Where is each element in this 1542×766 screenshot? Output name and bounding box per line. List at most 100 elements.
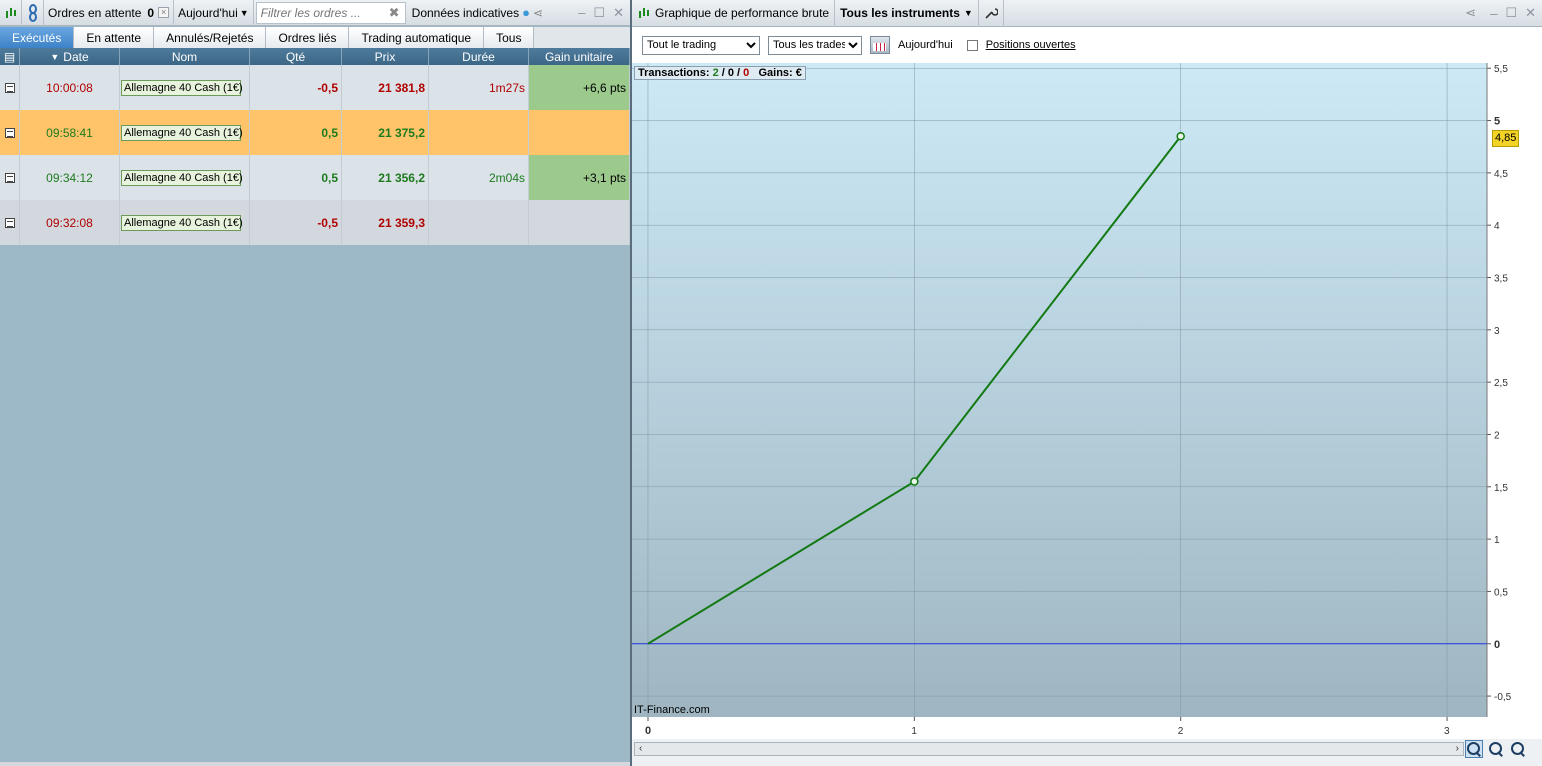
column-date-label: Date	[63, 49, 89, 64]
calendar-icon[interactable]	[870, 36, 890, 54]
positions-label[interactable]: Positions ouvertes	[986, 39, 1076, 51]
window-controls: – ☐ ✕	[578, 5, 630, 21]
wrench-icon[interactable]	[979, 0, 1004, 27]
minimize-icon[interactable]: –	[1490, 6, 1497, 21]
table-row[interactable]: 09:58:41 Allemagne 40 Cash (1€) 0,5 21 3…	[0, 110, 630, 155]
column-prix[interactable]: Prix	[342, 48, 429, 65]
minimize-icon[interactable]: –	[578, 5, 585, 20]
x-tick-label: 2	[1178, 726, 1184, 737]
tab-ordres-lies[interactable]: Ordres liés	[266, 27, 350, 48]
y-axis-area	[1487, 63, 1542, 717]
row-qte: 0,5	[250, 155, 342, 200]
candles-icon	[639, 8, 649, 18]
column-qte[interactable]: Qté	[250, 48, 342, 65]
zoom-auto-icon[interactable]	[1465, 740, 1483, 758]
tab-trading-automatique[interactable]: Trading automatique	[349, 27, 485, 48]
order-details-icon[interactable]	[0, 110, 20, 155]
table-row[interactable]: 09:34:12 Allemagne 40 Cash (1€) 0,5 21 3…	[0, 155, 630, 200]
candles-icon[interactable]	[0, 0, 22, 26]
row-nom[interactable]: Allemagne 40 Cash (1€)	[120, 155, 250, 200]
zoom-out-icon[interactable]	[1488, 741, 1504, 757]
instruments-dropdown[interactable]: Tous les instruments ▼	[835, 0, 979, 27]
row-gain: +3,1 pts	[529, 155, 630, 200]
data-point	[910, 477, 919, 486]
zoom-controls	[1465, 740, 1526, 758]
y-tick-label: 1	[1494, 535, 1500, 546]
period-dropdown[interactable]: Aujourd'hui ▼	[174, 0, 254, 26]
instrument-label[interactable]: Allemagne 40 Cash (1€)	[121, 79, 243, 96]
x-tick-label: 0	[645, 725, 651, 737]
row-date: 09:58:41	[20, 110, 120, 155]
close-icon[interactable]: ✕	[613, 5, 624, 21]
row-nom[interactable]: Allemagne 40 Cash (1€)	[120, 200, 250, 245]
row-date: 09:34:12	[20, 155, 120, 200]
clear-icon[interactable]: ×	[158, 7, 170, 18]
y-tick-label: 4	[1494, 221, 1500, 232]
row-duree	[429, 110, 529, 155]
order-tabs: Exécutés En attente Annulés/Rejetés Ordr…	[0, 27, 630, 48]
scroll-right-icon[interactable]: ›	[1456, 743, 1459, 755]
maximize-icon[interactable]: ☐	[1505, 5, 1517, 21]
filter-input[interactable]	[260, 5, 389, 20]
column-nom[interactable]: Nom	[120, 48, 250, 65]
indicative-data-label: Données indicatives	[411, 5, 520, 20]
pending-text: Ordres en attente	[48, 5, 142, 20]
row-qte: -0,5	[250, 65, 342, 110]
columns-icon[interactable]: ▤	[0, 48, 20, 65]
y-tick-label: 3	[1494, 326, 1500, 337]
trading-select[interactable]: Tout le trading	[642, 35, 760, 55]
order-details-icon[interactable]	[0, 200, 20, 245]
instrument-label[interactable]: Allemagne 40 Cash (1€)	[121, 214, 243, 231]
link-icon[interactable]	[22, 0, 44, 26]
trades-select[interactable]: Tous les trades	[768, 35, 862, 55]
maximize-icon[interactable]: ☐	[593, 5, 605, 21]
y-tick-label: 0	[1494, 639, 1500, 651]
instrument-label[interactable]: Allemagne 40 Cash (1€)	[121, 124, 243, 141]
table-row[interactable]: 09:32:08 Allemagne 40 Cash (1€) -0,5 21 …	[0, 200, 630, 245]
x-axis-area	[632, 717, 1542, 739]
gains-label: Gains: €	[749, 67, 802, 79]
y-tick-label: 5	[1494, 116, 1500, 128]
chat-bubble-icon[interactable]: ●	[522, 5, 530, 20]
column-date[interactable]: ▼ Date	[20, 48, 120, 65]
y-tick-label: 1,5	[1494, 483, 1508, 494]
clear-filter-icon[interactable]: ✖	[389, 5, 400, 21]
chart-svg: -0,5 0 0,5 1 1,5 2 2,5 3 3,5 4 4,5 5 5,5 0 1 2 3	[632, 63, 1542, 739]
last-value-badge: 4,85	[1492, 130, 1520, 147]
order-details-icon[interactable]	[0, 65, 20, 110]
tab-annules-rejetes[interactable]: Annulés/Rejetés	[154, 27, 267, 48]
row-prix: 21 359,3	[342, 200, 429, 245]
row-nom[interactable]: Allemagne 40 Cash (1€)	[120, 110, 250, 155]
close-icon[interactable]: ✕	[1525, 5, 1536, 21]
indicative-data: Données indicatives ● ⋖	[408, 0, 547, 26]
row-date: 10:00:08	[20, 65, 120, 110]
row-prix: 21 375,2	[342, 110, 429, 155]
horizontal-scrollbar[interactable]: ‹ ›	[634, 742, 1464, 756]
y-tick-label: 4,5	[1494, 169, 1508, 180]
tab-tous[interactable]: Tous	[484, 27, 535, 48]
app-root: Ordres en attente 0 × Aujourd'hui ▼ ✖ Do…	[0, 0, 1542, 766]
share-icon[interactable]: ⋖	[1465, 5, 1476, 21]
share-icon[interactable]: ⋖	[533, 6, 543, 20]
row-qte: 0,5	[250, 110, 342, 155]
filter-orders-field[interactable]: ✖	[255, 1, 406, 24]
column-gain[interactable]: Gain unitaire	[529, 48, 630, 65]
orders-table-body: 10:00:08 Allemagne 40 Cash (1€) -0,5 21 …	[0, 65, 630, 245]
row-duree	[429, 200, 529, 245]
order-details-icon[interactable]	[0, 155, 20, 200]
y-tick-label: 5,5	[1494, 64, 1508, 75]
period-label: Aujourd'hui	[178, 5, 238, 20]
row-prix: 21 356,2	[342, 155, 429, 200]
positions-checkbox[interactable]	[966, 39, 978, 51]
tab-executes[interactable]: Exécutés	[0, 27, 75, 48]
scroll-left-icon[interactable]: ‹	[639, 743, 642, 755]
y-tick-label: 0,5	[1494, 587, 1508, 598]
table-row[interactable]: 10:00:08 Allemagne 40 Cash (1€) -0,5 21 …	[0, 65, 630, 110]
pending-count: 0	[147, 5, 155, 20]
row-nom[interactable]: Allemagne 40 Cash (1€)	[120, 65, 250, 110]
zoom-in-icon[interactable]	[1510, 741, 1526, 757]
tab-en-attente[interactable]: En attente	[74, 27, 155, 48]
performance-chart[interactable]: -0,5 0 0,5 1 1,5 2 2,5 3 3,5 4 4,5 5 5,5 0 1 2 3 Transac…	[632, 63, 1542, 766]
column-duree[interactable]: Durée	[429, 48, 529, 65]
instrument-label[interactable]: Allemagne 40 Cash (1€)	[121, 169, 243, 186]
